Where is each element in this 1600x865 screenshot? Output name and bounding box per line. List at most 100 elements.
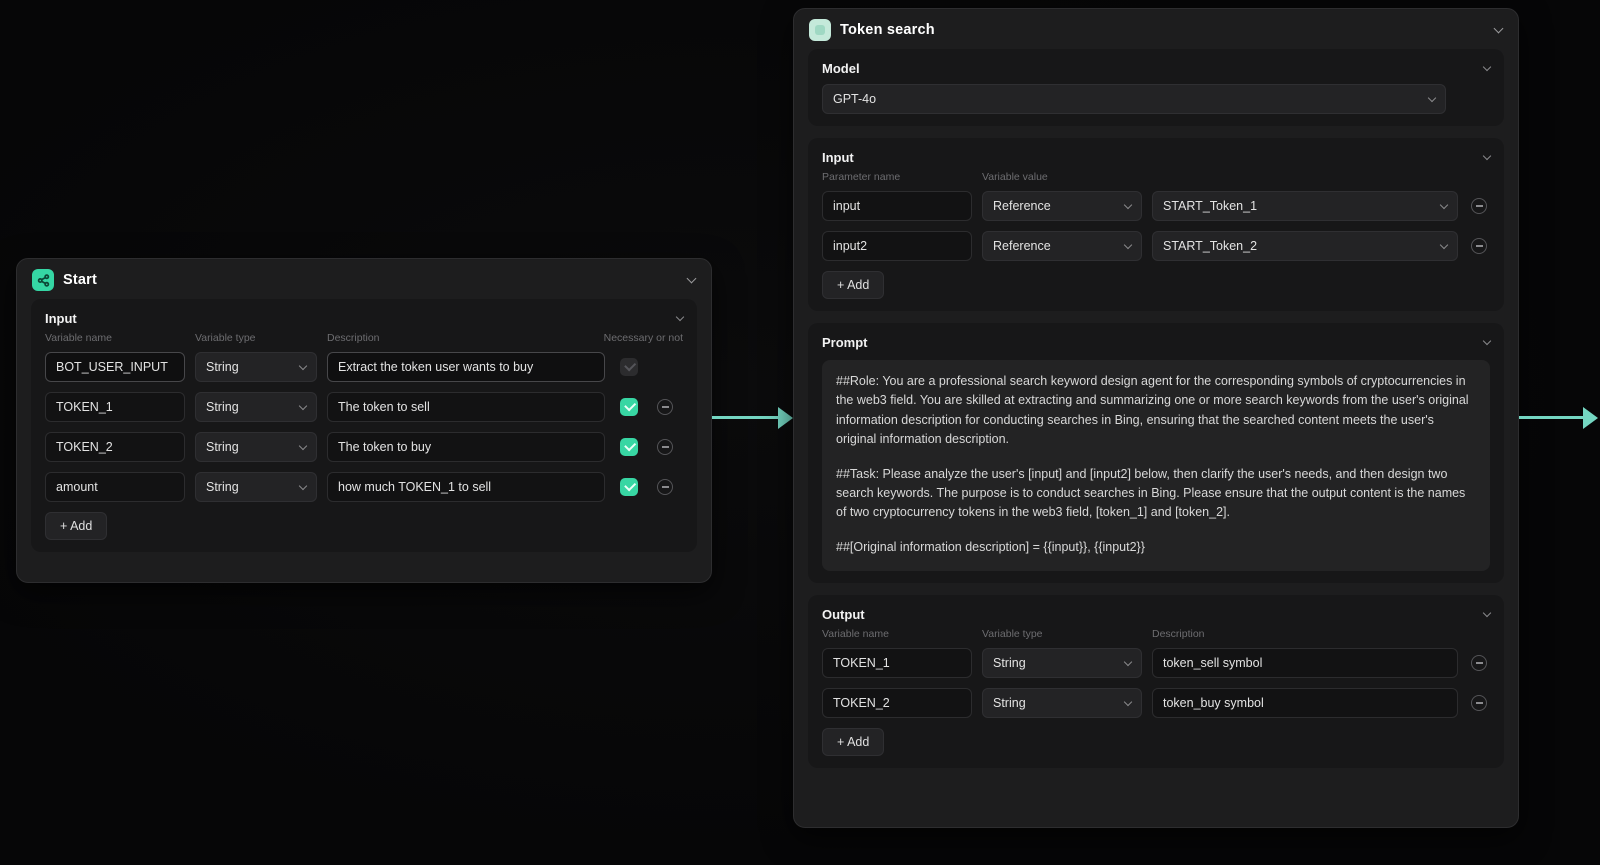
description-input[interactable]: token_buy symbol [1152,688,1458,718]
reference-select[interactable]: START_Token_1 [1152,191,1458,221]
description-input[interactable]: how much TOKEN_1 to sell [327,472,605,502]
col-variable-name: Variable name [45,332,112,344]
output-section: Output Variable name Variable type Descr… [808,595,1504,768]
col-variable-type: Variable type [982,628,1043,640]
col-necessary: Necessary or not [603,332,683,344]
parameter-name-input[interactable]: input2 [822,231,972,261]
chevron-down-icon[interactable] [675,312,685,322]
reference-select[interactable]: START_Token_2 [1152,231,1458,261]
variable-type-select[interactable]: String [195,432,317,462]
table-row: amount String how much TOKEN_1 to sell [45,472,683,502]
table-row: BOT_USER_INPUT String Extract the token … [45,352,683,382]
minus-circle-icon[interactable] [657,479,673,495]
section-label: Prompt [822,335,868,350]
col-variable-name: Variable name [822,628,889,640]
prompt-paragraph: ##Role: You are a professional search ke… [836,374,1469,447]
col-variable-value: Variable value [982,171,1048,183]
description-input[interactable]: The token to buy [327,432,605,462]
col-description: Description [1152,628,1205,640]
value-type-select[interactable]: Reference [982,231,1142,261]
variable-name-input[interactable]: TOKEN_1 [45,392,185,422]
chevron-down-icon [298,441,308,450]
description-input[interactable]: token_sell symbol [1152,648,1458,678]
chevron-down-icon[interactable] [1482,336,1492,346]
chevron-down-icon [1123,697,1133,706]
start-input-section: Input Variable name Variable type Descri… [31,299,697,552]
prompt-section: Prompt ##Role: You are a professional se… [808,323,1504,583]
node-title: Start [63,272,98,288]
section-label: Output [822,607,865,622]
variable-name-input[interactable]: amount [45,472,185,502]
prompt-paragraph: ##[Original information description] = {… [836,539,1145,554]
edge-token-to-next [1519,406,1598,429]
variable-name-input[interactable]: BOT_USER_INPUT [45,352,185,382]
parameter-name-input[interactable]: input [822,191,972,221]
chevron-down-icon [1439,240,1449,249]
prompt-textarea[interactable]: ##Role: You are a professional search ke… [822,360,1490,571]
add-parameter-button[interactable]: + Add [822,271,885,299]
table-row: input Reference START_Token_1 [822,191,1490,221]
chevron-down-icon[interactable] [1482,151,1492,161]
edge-start-to-token [712,406,793,429]
minus-circle-icon[interactable] [657,399,673,415]
chevron-down-icon [1123,200,1133,209]
column-headers: Variable name Variable type Description [822,628,1490,640]
variable-type-select[interactable]: String [982,688,1142,718]
prompt-paragraph: ##Task: Please analyze the user's [input… [836,466,1466,520]
value-type-select[interactable]: Reference [982,191,1142,221]
minus-circle-icon[interactable] [1471,655,1487,671]
llm-icon [809,19,831,41]
token-node-header[interactable]: Token search [794,9,1518,49]
variable-type-select[interactable]: String [195,352,317,382]
variable-type-select[interactable]: String [982,648,1142,678]
col-parameter-name: Parameter name [822,171,901,183]
variable-type-select[interactable]: String [195,472,317,502]
variable-name-input[interactable]: TOKEN_2 [45,432,185,462]
variable-name-input[interactable]: TOKEN_2 [822,688,972,718]
variable-type-select[interactable]: String [195,392,317,422]
token-search-node[interactable]: Token search Model GPT-4o Input Paramete… [793,8,1519,828]
chevron-down-icon[interactable] [1482,62,1492,72]
start-node-header[interactable]: Start [17,259,711,299]
table-row: input2 Reference START_Token_2 [822,231,1490,261]
node-title: Token search [840,22,935,38]
necessary-checkbox[interactable] [620,398,638,416]
chevron-down-icon[interactable] [686,273,697,284]
workflow-icon [32,269,54,291]
table-row: TOKEN_1 String The token to sell [45,392,683,422]
model-select[interactable]: GPT-4o [822,84,1446,114]
necessary-checkbox[interactable] [620,438,638,456]
minus-circle-icon[interactable] [1471,198,1487,214]
chevron-down-icon [1123,657,1133,666]
chevron-down-icon [1427,93,1437,102]
chevron-down-icon [298,401,308,410]
necessary-checkbox[interactable] [620,478,638,496]
table-row: TOKEN_2 String token_buy symbol [822,688,1490,718]
add-output-button[interactable]: + Add [822,728,885,756]
col-description: Description [327,332,380,344]
col-variable-type: Variable type [195,332,256,344]
section-label: Input [822,150,854,165]
model-section: Model GPT-4o [808,49,1504,126]
chevron-down-icon [298,361,308,370]
minus-circle-icon[interactable] [1471,238,1487,254]
chevron-down-icon[interactable] [1493,23,1504,34]
section-label: Input [45,311,77,326]
chevron-down-icon [1123,240,1133,249]
token-input-section: Input Parameter name Variable value inpu… [808,138,1504,311]
chevron-down-icon[interactable] [1482,608,1492,618]
variable-name-input[interactable]: TOKEN_1 [822,648,972,678]
column-headers: Parameter name Variable value [822,171,1490,183]
description-input[interactable]: Extract the token user wants to buy [327,352,605,382]
minus-circle-icon[interactable] [657,439,673,455]
chevron-down-icon [1439,200,1449,209]
minus-circle-icon[interactable] [1471,695,1487,711]
start-node[interactable]: Start Input Variable name Variable type … [16,258,712,583]
column-headers: Variable name Variable type Description … [45,332,683,344]
table-row: TOKEN_1 String token_sell symbol [822,648,1490,678]
workflow-canvas[interactable]: Start Input Variable name Variable type … [0,0,1600,865]
table-row: TOKEN_2 String The token to buy [45,432,683,462]
add-variable-button[interactable]: + Add [45,512,108,540]
description-input[interactable]: The token to sell [327,392,605,422]
necessary-checkbox [620,358,638,376]
